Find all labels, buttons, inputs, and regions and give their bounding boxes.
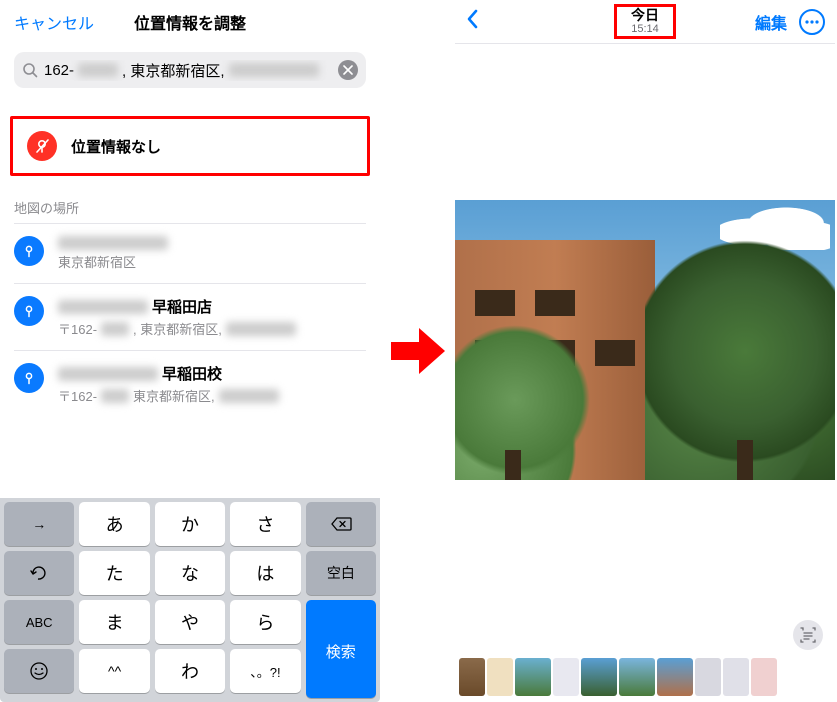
key-backspace[interactable] xyxy=(306,502,376,546)
search-container: 162-, 東京都新宿区, xyxy=(0,44,380,100)
no-location-option[interactable]: 位置情報なし xyxy=(10,116,370,176)
transition-arrow xyxy=(388,0,450,702)
key-abc[interactable]: ABC xyxy=(4,600,74,644)
location-adjust-screen: キャンセル 位置情報を調整 162-, 東京都新宿区, 位置情報なし 地図の場所 xyxy=(0,0,380,702)
thumbnail-strip[interactable] xyxy=(459,658,831,696)
search-icon xyxy=(22,62,38,78)
date-time-highlight: 今日 15:14 xyxy=(614,4,676,39)
key-ma[interactable]: ま xyxy=(79,600,149,644)
place-row[interactable]: 早稲田店 〒162-, 東京都新宿区, xyxy=(0,284,380,350)
thumbnail[interactable] xyxy=(515,658,551,696)
thumbnail[interactable] xyxy=(723,658,749,696)
header: キャンセル 位置情報を調整 xyxy=(0,0,380,44)
key-sa[interactable]: さ xyxy=(230,502,300,546)
key-na[interactable]: な xyxy=(155,551,225,595)
place-sub: 〒162-, 東京都新宿区, xyxy=(58,319,366,338)
place-sub: 東京都新宿区 xyxy=(58,252,366,271)
key-ha[interactable]: は xyxy=(230,551,300,595)
place-title xyxy=(58,236,366,250)
key-ra[interactable]: ら xyxy=(230,600,300,644)
edit-button[interactable]: 編集 xyxy=(755,10,787,34)
live-text-button[interactable] xyxy=(793,620,823,650)
pin-icon xyxy=(14,236,44,266)
no-location-label: 位置情報なし xyxy=(71,136,161,157)
key-dakuten[interactable]: ^^ xyxy=(79,649,149,693)
key-undo[interactable] xyxy=(4,551,74,595)
back-button[interactable] xyxy=(465,8,479,35)
cancel-button[interactable]: キャンセル xyxy=(14,10,94,34)
key-ta[interactable]: た xyxy=(79,551,149,595)
place-sub: 〒162-東京都新宿区, xyxy=(58,386,366,405)
thumbnail[interactable] xyxy=(553,658,579,696)
place-title: 早稲田校 xyxy=(58,363,366,384)
clear-icon[interactable] xyxy=(338,60,358,80)
pin-icon xyxy=(14,296,44,326)
key-ka[interactable]: か xyxy=(155,502,225,546)
search-text: 162-, 東京都新宿区, xyxy=(44,60,332,81)
thumbnail-current[interactable] xyxy=(657,658,693,696)
key-a[interactable]: あ xyxy=(79,502,149,546)
header: 今日 15:14 編集 xyxy=(455,0,835,44)
photo-time: 15:14 xyxy=(631,23,659,35)
key-ya[interactable]: や xyxy=(155,600,225,644)
thumbnail[interactable] xyxy=(751,658,777,696)
key-next-candidate[interactable]: → xyxy=(4,502,74,546)
section-header-map-places: 地図の場所 xyxy=(0,176,380,223)
photo[interactable] xyxy=(455,200,835,480)
key-wa[interactable]: わ xyxy=(155,649,225,693)
place-row[interactable]: 早稲田校 〒162-東京都新宿区, xyxy=(0,351,380,417)
keyboard: → あ か さ た な は 空白 ABC ま や ら 検索 xyxy=(0,498,380,702)
key-punct[interactable]: 、。?! xyxy=(230,649,300,693)
thumbnail[interactable] xyxy=(487,658,513,696)
key-space[interactable]: 空白 xyxy=(306,551,376,595)
search-input[interactable]: 162-, 東京都新宿区, xyxy=(14,52,366,88)
photo-detail-screen: 今日 15:14 編集 xyxy=(455,0,835,702)
pin-icon xyxy=(14,363,44,393)
more-button[interactable] xyxy=(799,9,825,35)
key-search-tall[interactable]: 検索 xyxy=(306,605,376,698)
thumbnail[interactable] xyxy=(619,658,655,696)
thumbnail[interactable] xyxy=(581,658,617,696)
thumbnail[interactable] xyxy=(459,658,485,696)
thumbnail[interactable] xyxy=(695,658,721,696)
photo-date: 今日 xyxy=(631,8,659,23)
place-row[interactable]: 東京都新宿区 xyxy=(0,224,380,283)
place-title: 早稲田店 xyxy=(58,296,366,317)
key-emoji[interactable] xyxy=(4,649,74,693)
pin-off-icon xyxy=(27,131,57,161)
